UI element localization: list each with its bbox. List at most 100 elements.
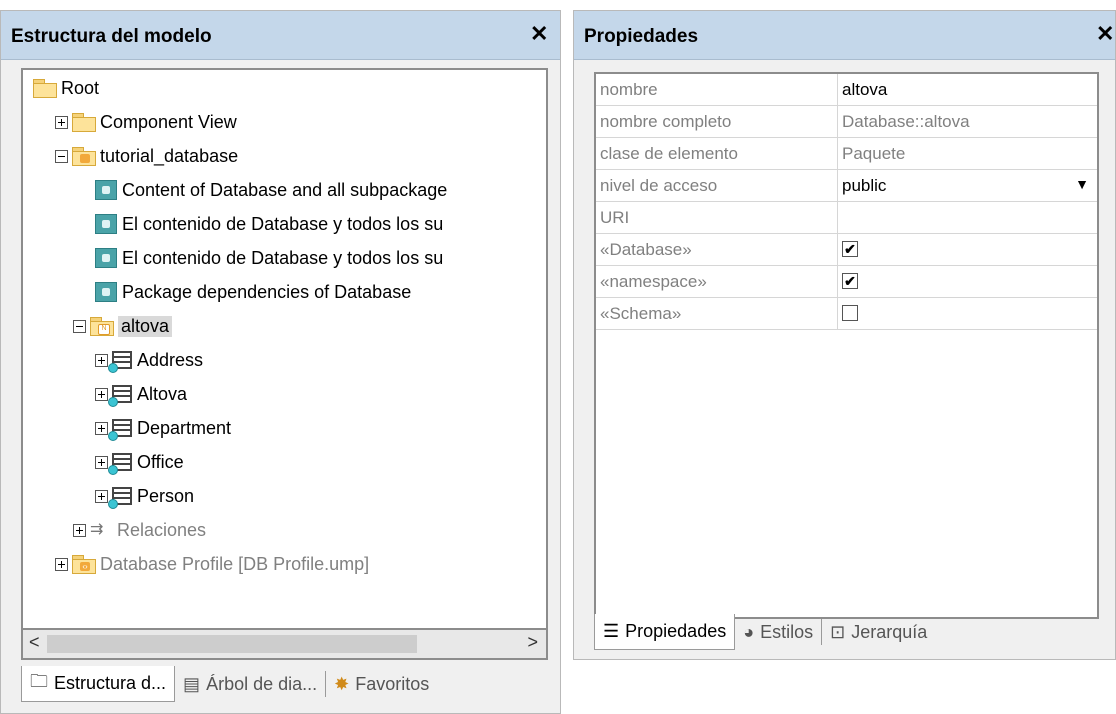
database-folder-icon [72,147,96,166]
tab-favorites[interactable]: ✸ Favoritos [326,666,437,702]
tab-label: Jerarquía [851,621,928,642]
model-tree-pane: Estructura del modelo ✕ Root Component V… [0,10,561,714]
expand-icon[interactable] [55,557,68,571]
properties-header: Propiedades ✕ [574,11,1115,60]
scroll-right-icon[interactable]: > [527,632,538,653]
tree-item-label: Component View [100,111,237,132]
tree-item-table[interactable]: Altova [95,379,187,409]
tree-item-label: Root [61,77,100,98]
expand-icon[interactable] [95,421,108,435]
close-icon[interactable]: ✕ [1096,21,1114,47]
tree-item-altova[interactable]: N altova [73,311,173,341]
property-value: Database::altova [842,112,970,131]
property-value: Paquete [842,144,906,163]
tree-item-label: Department [137,417,232,438]
tab-styles[interactable]: ◕ Estilos [735,614,821,650]
tab-label: Propiedades [625,621,727,641]
tree-item-table[interactable]: Department [95,413,231,443]
tree-item-label: Relaciones [117,519,207,540]
expand-icon[interactable] [95,353,108,367]
collapse-icon[interactable] [73,319,86,333]
namespace-checkbox[interactable]: ✔ [842,273,858,289]
property-row-nombre-completo[interactable]: nombre completo Database::altova [596,106,1097,138]
chevron-down-icon[interactable]: ▼ [1075,176,1089,192]
tree-item-diagram[interactable]: Content of Database and all subpackage [95,175,447,205]
horizontal-scrollbar[interactable]: < > [21,630,548,660]
tab-model-tree[interactable]: 🗀 Estructura d... [21,666,176,702]
table-icon [108,385,132,407]
access-level-select[interactable]: public [842,176,886,196]
tree-item-label: Office [137,451,184,472]
pane-title: Propiedades [584,26,699,47]
tree-item-diagram[interactable]: Package dependencies of Database [95,277,411,307]
diagram-icon [95,214,117,234]
package-diagram-icon [95,282,117,302]
table-icon [108,487,132,509]
tree-item-table[interactable]: Office [95,447,184,477]
table-icon [108,419,132,441]
profile-folder-icon: ‹› [72,555,96,574]
tab-properties[interactable]: ☰ Propiedades [594,614,736,650]
property-name: nivel de acceso [600,176,718,195]
property-row-nombre[interactable]: nombre altova [596,74,1097,106]
tab-diagram-tree[interactable]: ▤ Árbol de dia... [175,666,325,702]
tree-item-relaciones[interactable]: ⇉ Relaciones [73,515,206,545]
tree-item-table[interactable]: Address [95,345,203,375]
expand-icon[interactable] [95,489,108,503]
property-name: nombre [600,80,658,99]
property-row-namespace[interactable]: «namespace» ✔ [596,266,1097,298]
expand-icon[interactable] [73,523,86,537]
scroll-left-icon[interactable]: < [29,632,40,653]
schema-checkbox[interactable] [842,305,858,321]
properties-icon: ☰ [603,621,620,641]
property-row-database[interactable]: «Database» ✔ [596,234,1097,266]
tree-item-label: Package dependencies of Database [122,281,412,302]
expand-icon[interactable] [95,387,108,401]
tree-item-diagram[interactable]: El contenido de Database y todos los su [95,243,443,273]
property-row-nivel-acceso[interactable]: nivel de acceso public ▼ [596,170,1097,202]
property-row-clase[interactable]: clase de elemento Paquete [596,138,1097,170]
relations-icon: ⇉ [90,521,104,538]
favorites-icon: ✸ [334,673,350,694]
namespace-folder-icon: N [90,317,114,336]
tree-item-diagram[interactable]: El contenido de Database y todos los su [95,209,443,239]
collapse-icon[interactable] [55,149,68,163]
folder-icon [72,113,96,132]
properties-pane: Propiedades ✕ nombre altova nombre compl… [573,10,1116,660]
table-icon [108,453,132,475]
property-value[interactable]: altova [842,80,887,100]
pane-title: Estructura del modelo [11,26,212,47]
property-row-uri[interactable]: URI [596,202,1097,234]
model-tree: Root Component View tutorial_database Co… [21,68,548,630]
tree-item-label: Altova [137,383,188,404]
hierarchy-icon: ⊡ [830,621,846,642]
scrollbar-thumb[interactable] [47,635,417,653]
tree-item-label: Content of Database and all subpackage [122,179,448,200]
tree-item-database-profile[interactable]: ‹› Database Profile [DB Profile.ump] [55,549,369,579]
tab-label: Estructura d... [54,673,167,693]
folder-outline-icon: 🗀 [30,670,48,691]
tree-item-label: Database Profile [DB Profile.ump] [100,553,370,574]
tree-item-label: Person [137,485,195,506]
tree-item-root[interactable]: Root [33,73,99,103]
property-name: «Database» [600,240,692,259]
table-icon [108,351,132,373]
tree-item-tutorial-database[interactable]: tutorial_database [55,141,238,171]
right-pane-tabs: ☰ Propiedades ◕ Estilos ⊡ Jerarquía [594,614,935,650]
property-row-schema[interactable]: «Schema» [596,298,1097,330]
database-checkbox[interactable]: ✔ [842,241,858,257]
properties-grid: nombre altova nombre completo Database::… [594,72,1099,619]
tree-item-table[interactable]: Person [95,481,194,511]
folder-icon [33,79,57,98]
tree-item-label: El contenido de Database y todos los su [122,247,444,268]
tab-label: Árbol de dia... [206,673,318,694]
property-name: nombre completo [600,112,732,131]
tab-hierarchy[interactable]: ⊡ Jerarquía [822,614,935,650]
property-name: «Schema» [600,304,682,323]
tree-item-component-view[interactable]: Component View [55,107,237,137]
tree-item-label: altova [118,315,173,337]
close-icon[interactable]: ✕ [530,21,548,47]
expand-icon[interactable] [95,455,108,469]
diagram-tree-icon: ▤ [183,673,201,694]
expand-icon[interactable] [55,115,68,129]
